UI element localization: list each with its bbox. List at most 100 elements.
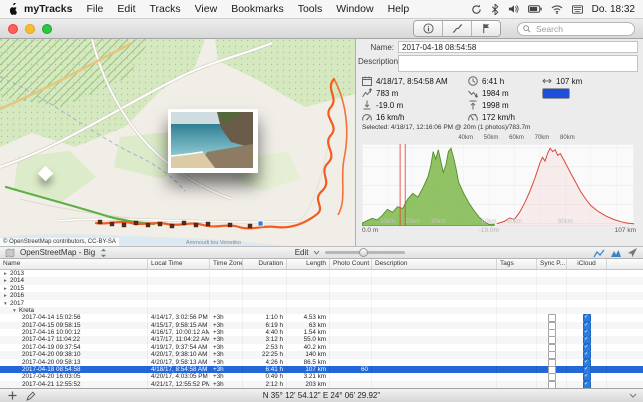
- wifi-icon[interactable]: [551, 5, 563, 14]
- icloud-checkbox[interactable]: [583, 366, 591, 373]
- chart-distance-tick-muted: 80km: [558, 219, 573, 225]
- location-arrow-button[interactable]: [627, 247, 638, 258]
- icloud-checkbox[interactable]: [583, 329, 591, 336]
- cell-tags: [497, 329, 537, 336]
- track-row[interactable]: 2017-04-19 09:37:544/19/17, 9:37:54 AM+3…: [0, 344, 643, 351]
- cell-photos: 60: [330, 366, 372, 373]
- mountains-button[interactable]: [610, 248, 622, 258]
- profile-chart-button[interactable]: [593, 248, 605, 258]
- route-button[interactable]: [443, 21, 472, 36]
- map-source-dropdown[interactable]: OpenStreetMap - Big: [20, 248, 95, 257]
- add-track-button[interactable]: [6, 390, 18, 401]
- menu-file[interactable]: File: [86, 3, 103, 15]
- info-button[interactable]: [414, 21, 443, 36]
- track-row[interactable]: 2017-04-21 12:55:524/21/17, 12:55:52 PM+…: [0, 381, 643, 388]
- icloud-checkbox[interactable]: [583, 373, 591, 380]
- group-row-2013[interactable]: ▸2013: [0, 270, 643, 277]
- menu-tools[interactable]: Tools: [298, 3, 323, 15]
- sync-checkbox[interactable]: [548, 351, 556, 358]
- sync-checkbox[interactable]: [548, 336, 556, 343]
- search-input[interactable]: [534, 23, 628, 35]
- menu-view[interactable]: View: [195, 3, 218, 15]
- sync-checkbox[interactable]: [548, 366, 556, 373]
- photo-callout[interactable]: [168, 109, 258, 173]
- zoom-button[interactable]: [42, 24, 52, 34]
- sync-checkbox[interactable]: [548, 373, 556, 380]
- icloud-checkbox[interactable]: [583, 336, 591, 343]
- column-header-time-zone[interactable]: Time Zone: [210, 259, 243, 269]
- group-row-2016[interactable]: ▸2016: [0, 292, 643, 299]
- cell-duration: 4:40 h: [243, 329, 287, 336]
- track-row[interactable]: 2017-04-14 15:02:564/14/17, 3:02:56 PM+3…: [0, 314, 643, 321]
- sync-checkbox[interactable]: [548, 322, 556, 329]
- name-field[interactable]: 2017-04-18 08:54:58: [398, 41, 638, 53]
- sync-checkbox[interactable]: [548, 314, 556, 321]
- battery-icon[interactable]: [528, 5, 542, 13]
- selected-photo-marker[interactable]: [258, 221, 263, 226]
- column-header-duration[interactable]: Duration: [243, 259, 287, 269]
- sync-icon[interactable]: [471, 4, 482, 15]
- track-row[interactable]: 2017-04-20 16:03:054/20/17, 4:03:05 PM+3…: [0, 373, 643, 380]
- menu-bookmarks[interactable]: Bookmarks: [231, 3, 284, 15]
- apple-menu-icon[interactable]: [8, 3, 18, 15]
- group-row-2017[interactable]: ▾2017: [0, 300, 643, 307]
- menu-help[interactable]: Help: [388, 3, 410, 15]
- cell-length: [287, 270, 330, 277]
- icloud-checkbox[interactable]: [583, 314, 591, 321]
- track-row[interactable]: 2017-04-20 09:38:104/20/17, 9:38:10 AM+3…: [0, 351, 643, 358]
- column-header-local-time[interactable]: Local Time: [148, 259, 210, 269]
- cell-icloud: [567, 359, 607, 366]
- icloud-checkbox[interactable]: [583, 351, 591, 358]
- edit-mode-dropdown[interactable]: Edit: [295, 248, 309, 257]
- icloud-checkbox[interactable]: [583, 359, 591, 366]
- map-zoom-slider[interactable]: [325, 251, 405, 254]
- column-header-tags[interactable]: Tags: [497, 259, 537, 269]
- coordinate-format-dropdown[interactable]: [629, 393, 637, 398]
- track-color-well[interactable]: [542, 88, 570, 99]
- flag-button[interactable]: [472, 21, 500, 36]
- chart-plot-area[interactable]: 10km20km30km50km60km80km: [362, 144, 634, 226]
- menu-tracks[interactable]: Tracks: [149, 3, 180, 15]
- minimize-button[interactable]: [25, 24, 35, 34]
- group-row-kreta[interactable]: ▾Kreta: [0, 307, 643, 314]
- column-header-length[interactable]: Length: [287, 259, 330, 269]
- track-row[interactable]: 2017-04-17 11:04:224/17/17, 11:04:22 AM+…: [0, 336, 643, 343]
- chart-bottom-axis: 10km20km30km50km60km80km: [362, 218, 634, 225]
- menu-edit[interactable]: Edit: [117, 3, 135, 15]
- map-attribution[interactable]: © OpenStreetMap contributors, CC-BY-SA: [0, 238, 119, 246]
- menu-window[interactable]: Window: [336, 3, 373, 15]
- app-menu-mytracks[interactable]: myTracks: [24, 3, 72, 15]
- icloud-checkbox[interactable]: [583, 344, 591, 351]
- column-header-icloud[interactable]: iCloud: [567, 259, 607, 269]
- close-button[interactable]: [8, 24, 18, 34]
- track-row[interactable]: 2017-04-15 09:58:154/15/17, 9:58:15 AM+3…: [0, 322, 643, 329]
- popup-chevrons-icon[interactable]: [100, 248, 107, 258]
- keyboard-input-icon[interactable]: [572, 5, 583, 14]
- cell-duration: 2:53 h: [243, 344, 287, 351]
- group-row-2014[interactable]: ▸2014: [0, 277, 643, 284]
- menu-clock[interactable]: Do. 18:32: [592, 4, 635, 15]
- icloud-checkbox[interactable]: [583, 322, 591, 329]
- slider-knob[interactable]: [359, 248, 368, 257]
- column-header-sync-p-[interactable]: Sync P...: [537, 259, 567, 269]
- column-header-description[interactable]: Description: [372, 259, 497, 269]
- sync-checkbox[interactable]: [548, 381, 556, 388]
- group-row-2015[interactable]: ▸2015: [0, 285, 643, 292]
- bluetooth-icon[interactable]: [491, 4, 499, 15]
- track-row[interactable]: 2017-04-16 10:00:124/16/17, 10:00:12 AM+…: [0, 329, 643, 336]
- sync-checkbox[interactable]: [548, 359, 556, 366]
- sync-checkbox[interactable]: [548, 329, 556, 336]
- track-row[interactable]: 2017-04-18 08:54:584/18/17, 8:54:58 AM+3…: [0, 366, 643, 373]
- chart-distance-tick: 40km: [458, 135, 473, 141]
- cell-duration: [243, 307, 287, 314]
- row-name: 2017-04-20 09:58:13: [22, 359, 80, 366]
- track-row[interactable]: 2017-04-20 09:58:134/20/17, 9:58:13 AM+3…: [0, 359, 643, 366]
- cell-photos: [330, 300, 372, 307]
- column-header-photo-count[interactable]: Photo Count: [330, 259, 372, 269]
- sync-checkbox[interactable]: [548, 344, 556, 351]
- description-field[interactable]: [398, 55, 638, 72]
- icloud-checkbox[interactable]: [583, 381, 591, 388]
- volume-icon[interactable]: [508, 4, 519, 14]
- column-header-name[interactable]: Name: [0, 259, 148, 269]
- edit-track-button[interactable]: [25, 390, 37, 401]
